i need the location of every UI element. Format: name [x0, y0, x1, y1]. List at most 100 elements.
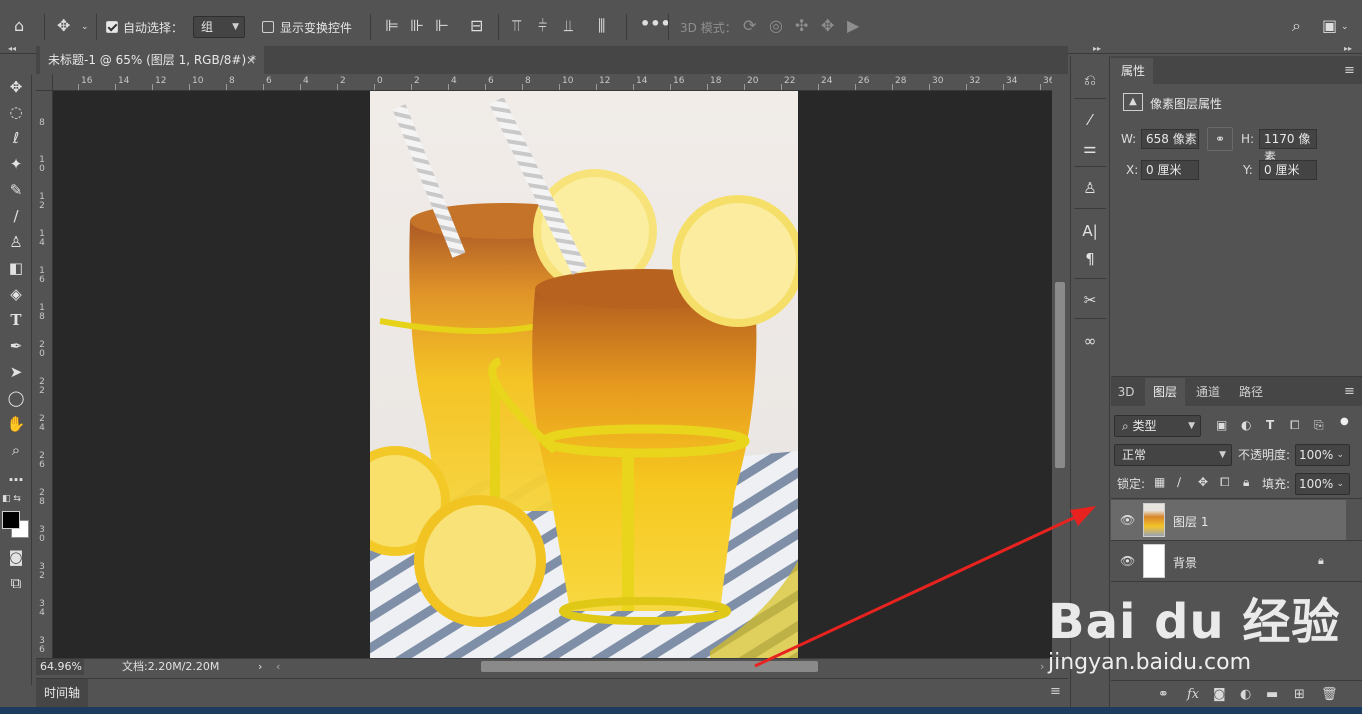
paint-bucket-tool-icon[interactable]: ◈ [6, 284, 26, 304]
move-tool-icon[interactable]: ✥ [6, 77, 26, 97]
chevron-down-icon: ▼ [232, 22, 239, 32]
layers-menu-icon[interactable]: ≡ [1344, 384, 1355, 399]
align-top-icon[interactable]: ⫪ [512, 18, 521, 34]
filter-shape-icon[interactable]: ⧠ [1290, 418, 1300, 433]
tab-properties[interactable]: 属性 [1111, 58, 1153, 84]
align-left-icon[interactable]: ⊫ [385, 18, 399, 34]
align-hcenter-icon[interactable]: ⊪ [410, 18, 424, 34]
distribute-horizontal-icon[interactable]: ⊟ [470, 18, 483, 34]
quick-mask-icon[interactable]: ◙ [6, 547, 26, 567]
layer-style-icon[interactable]: fx [1187, 687, 1199, 702]
ellipse-tool-icon[interactable]: ◯ [6, 388, 26, 408]
new-group-icon[interactable]: ▬ [1266, 687, 1278, 702]
visibility-eye-icon[interactable]: 👁︎ [1120, 554, 1135, 568]
screen-mode-icon[interactable]: ⧉ [6, 573, 26, 593]
link-layers-icon[interactable]: ⚭ [1158, 687, 1169, 702]
blend-mode-dropdown[interactable]: 正常 ▼ [1114, 444, 1232, 466]
clone-source-icon[interactable]: ♙ [1078, 178, 1102, 198]
visibility-eye-icon[interactable]: 👁︎ [1120, 513, 1135, 527]
y-field[interactable]: 0 厘米 [1259, 160, 1317, 180]
opacity-field[interactable]: 100% ⌄ [1295, 444, 1350, 466]
3d-slide-icon: ✥ [821, 16, 835, 35]
properties-menu-icon[interactable]: ≡ [1344, 63, 1355, 78]
fill-field[interactable]: 100% ⌄ [1295, 473, 1350, 495]
type-tool-icon[interactable]: T [6, 310, 26, 330]
zoom-level-field[interactable]: 64.96% [36, 659, 84, 675]
opacity-value: 100% [1299, 448, 1334, 462]
collapse-panels-icon[interactable]: ▸▸ [1344, 44, 1352, 53]
lock-transparent-icon[interactable]: ▦ [1154, 475, 1165, 489]
collapse-panels-icon[interactable]: ◂◂ [8, 44, 16, 53]
tab-layers-panel-3[interactable]: 路径 [1229, 378, 1273, 406]
tab-layers-panel-1[interactable]: 图层 [1145, 378, 1185, 406]
home-icon[interactable]: ⌂ [14, 18, 24, 34]
brush-settings-icon[interactable]: ⁄ [1078, 110, 1102, 130]
character-icon[interactable]: A| [1078, 221, 1102, 241]
paragraph-icon[interactable]: ¶ [1078, 249, 1102, 269]
new-layer-icon[interactable]: ⊞ [1294, 687, 1305, 702]
filter-toggle-icon[interactable]: ● [1340, 416, 1349, 427]
move-tool-icon[interactable]: ✥ [57, 18, 70, 34]
path-selection-tool-icon[interactable]: ➤ [6, 362, 26, 382]
stamp-tool-icon[interactable]: ♙ [6, 232, 26, 252]
align-vcenter-icon[interactable]: ⫩ [538, 18, 547, 34]
close-icon[interactable]: × [246, 46, 256, 74]
marquee-tool-icon[interactable]: ◌ [6, 102, 26, 122]
show-transform-checkbox[interactable] [262, 21, 274, 33]
eyedropper-tool-icon[interactable]: ✎ [6, 180, 26, 200]
more-tools-icon[interactable]: … [6, 466, 26, 486]
default-colors-icon[interactable]: ◧ ⇆ [2, 494, 21, 504]
watermark-url: jingyan.baidu.com [1048, 650, 1252, 675]
status-menu-arrow-icon[interactable]: › [258, 660, 262, 673]
filter-pixel-icon[interactable]: ▣ [1216, 418, 1227, 432]
timeline-menu-icon[interactable]: ≡ [1050, 684, 1061, 699]
lock-artboard-icon[interactable]: ⧠ [1220, 475, 1230, 490]
ruler-origin[interactable] [36, 74, 53, 91]
brush-tool-icon[interactable]: ∕ [6, 206, 26, 226]
align-bottom-icon[interactable]: ⫫ [564, 18, 573, 34]
adjustments-icon[interactable]: ⚌ [1078, 138, 1102, 158]
timeline-tab[interactable]: 时间轴 [36, 679, 88, 707]
add-mask-icon[interactable]: ◙ [1213, 687, 1226, 702]
tool-presets-icon[interactable]: ✂ [1078, 290, 1102, 310]
auto-select-checkbox[interactable] [106, 21, 118, 33]
x-field[interactable]: 0 厘米 [1141, 160, 1199, 180]
ruler-label: 22 [784, 76, 796, 86]
filter-adjustment-icon[interactable]: ◐ [1241, 418, 1251, 432]
link-dimensions-icon[interactable]: ⚭ [1207, 127, 1233, 151]
tab-layers-panel-0[interactable]: 3D [1111, 378, 1141, 406]
foreground-color-swatch[interactable] [2, 511, 20, 529]
align-right-icon[interactable]: ⊩ [435, 18, 449, 34]
zoom-tool-icon[interactable]: ⌕ [6, 440, 26, 460]
auto-select-dropdown[interactable]: 组 ▼ [193, 16, 245, 38]
search-icon[interactable]: ⌕ [1292, 18, 1301, 34]
filter-smart-object-icon[interactable]: ⎘ [1314, 418, 1324, 433]
layer-filter-dropdown[interactable]: ⌕ 类型 ▼ [1114, 415, 1201, 437]
tab-layers-panel-2[interactable]: 通道 [1187, 378, 1229, 406]
pen-tool-icon[interactable]: ✒ [6, 336, 26, 356]
eraser-tool-icon[interactable]: ◧ [6, 258, 26, 278]
scroll-left-icon[interactable]: ‹ [276, 660, 280, 673]
delete-layer-icon[interactable]: 🗑︎ [1321, 687, 1338, 702]
workspace-icon[interactable]: ▣ [1322, 18, 1337, 34]
creative-cloud-icon[interactable]: ∞ [1078, 331, 1102, 351]
hand-tool-icon[interactable]: ✋ [6, 414, 26, 434]
chevron-down-icon[interactable]: ⌄ [1341, 19, 1349, 35]
width-field[interactable]: 658 像素 [1141, 129, 1199, 149]
lock-all-icon[interactable]: 🔒︎ [1243, 475, 1249, 490]
lock-image-icon[interactable]: ∕ [1177, 475, 1181, 489]
history-icon[interactable]: ⎌ [1078, 70, 1102, 90]
more-options-icon[interactable]: ••• [640, 16, 671, 32]
document-tab[interactable]: 未标题-1 @ 65% (图层 1, RGB/8#) * × [40, 46, 264, 74]
vertical-scrollbar-thumb[interactable] [1055, 282, 1065, 468]
new-adjustment-layer-icon[interactable]: ◐ [1240, 687, 1251, 702]
chevron-down-icon[interactable]: ⌄ [81, 19, 89, 35]
magic-wand-tool-icon[interactable]: ✦ [6, 154, 26, 174]
height-field[interactable]: 1170 像素 [1259, 129, 1317, 164]
filter-type-icon[interactable]: T [1266, 418, 1274, 432]
collapse-panels-icon[interactable]: ▸▸ [1093, 44, 1101, 53]
ruler-label: 24 [39, 414, 45, 433]
distribute-vertical-icon[interactable]: ⫼ [598, 18, 605, 34]
lasso-tool-icon[interactable]: ℓ [6, 128, 26, 148]
lock-position-icon[interactable]: ✥ [1198, 475, 1208, 489]
